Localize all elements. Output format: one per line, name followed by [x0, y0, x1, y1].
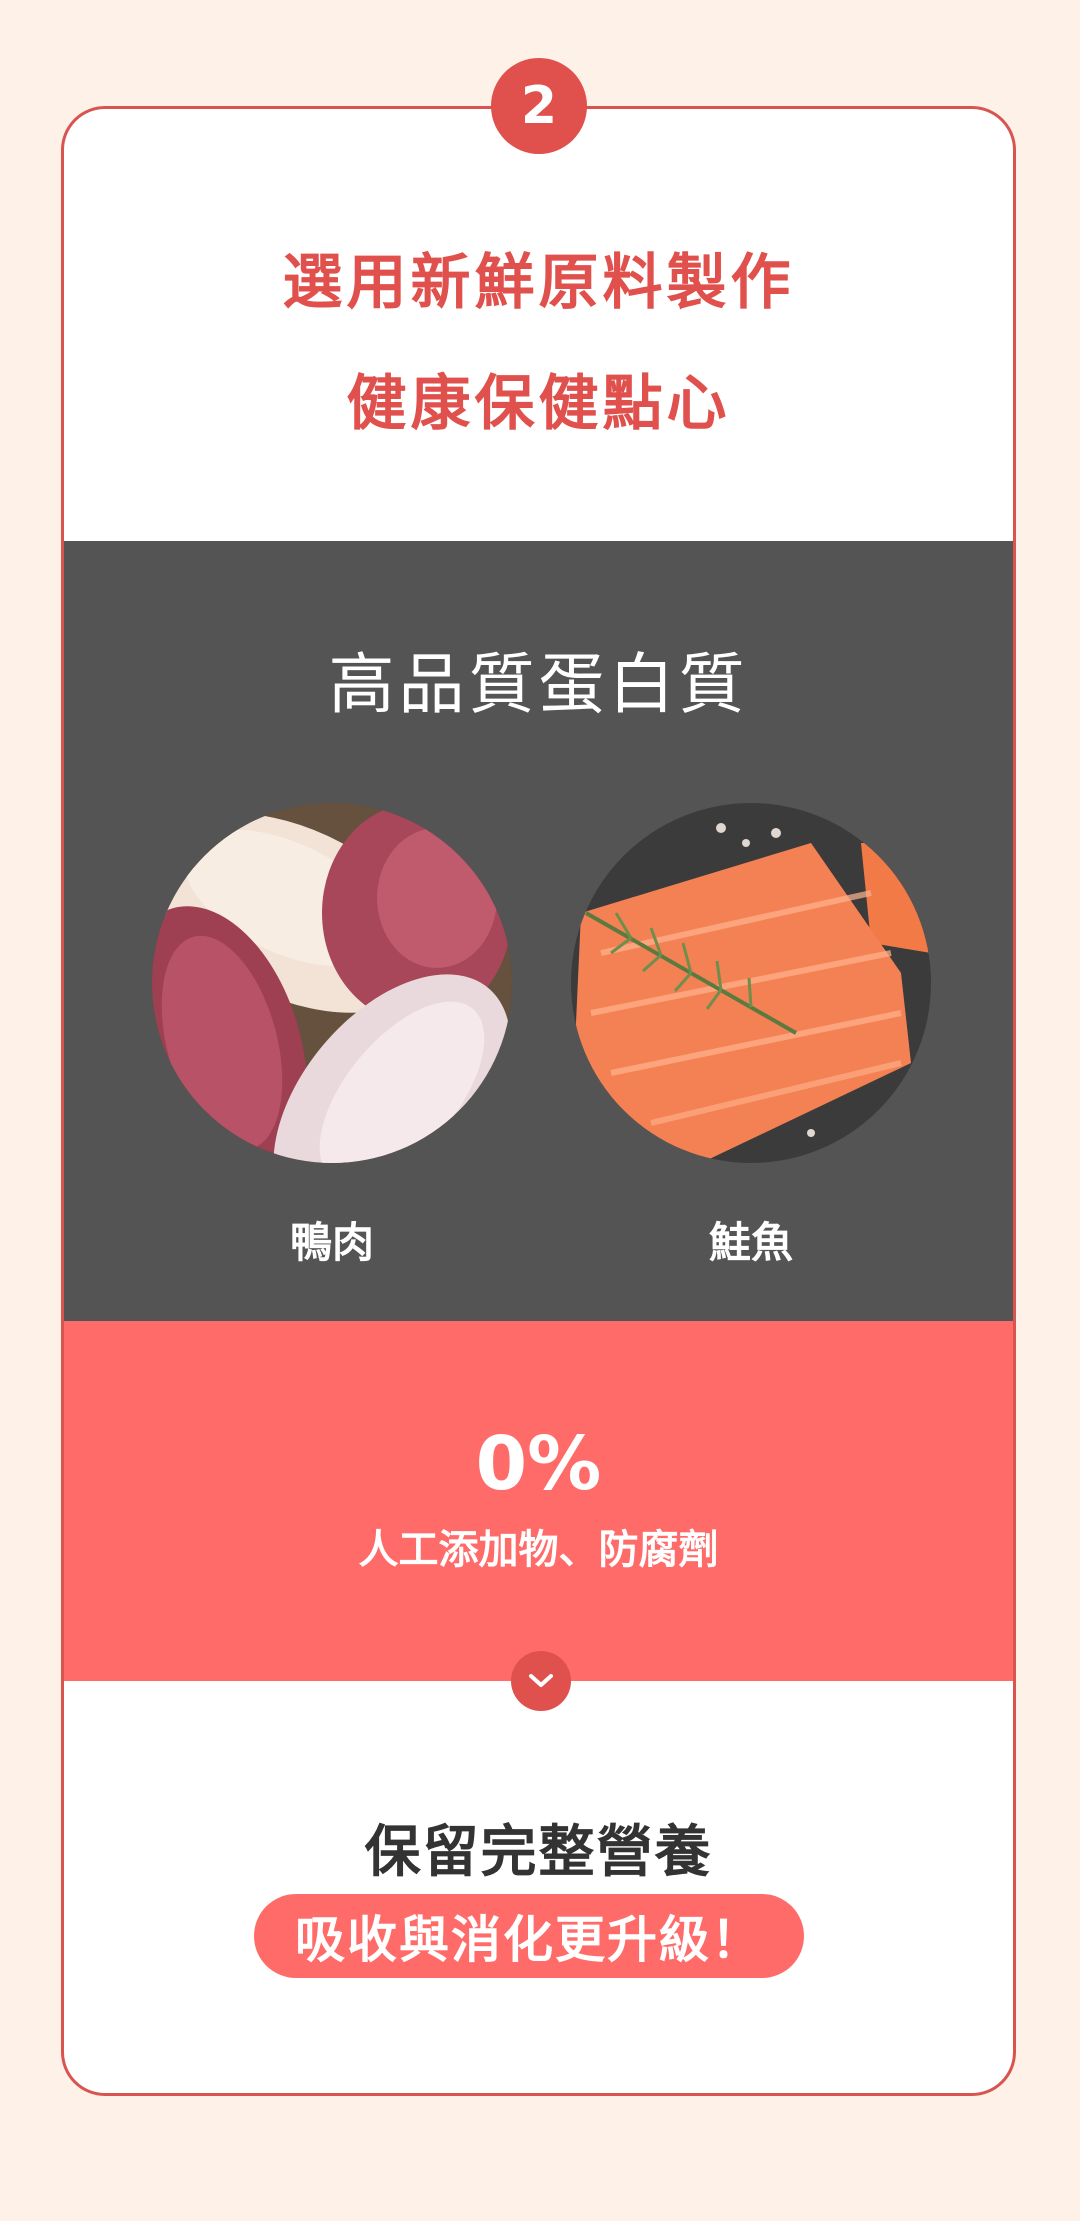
nutrition-highlight-pill: 吸收與消化更升級！: [254, 1894, 804, 1978]
additive-free-section: 0% 人工添加物、防腐劑: [64, 1321, 1013, 1681]
protein-title: 高品質蛋白質: [328, 646, 749, 723]
step-number-badge: 2: [491, 58, 587, 154]
zero-percent-value: 0%: [475, 1421, 602, 1507]
protein-section: 高品質蛋白質 鴨肉 鮭魚: [64, 541, 1013, 1321]
feature-card: 選用新鮮原料製作 健康保健點心 高品質蛋白質 鴨肉 鮭魚 0% 人工添加物、防腐…: [61, 106, 1016, 2096]
headline-line-1: 選用新鮮原料製作: [282, 248, 795, 318]
headline-line-2: 健康保健點心: [346, 369, 731, 439]
duck-label: 鴨肉: [289, 1218, 374, 1267]
nutrition-title: 保留完整營養: [364, 1820, 713, 1885]
additive-free-text: 人工添加物、防腐劑: [358, 1527, 719, 1573]
chevron-down-icon: [511, 1651, 571, 1711]
duck-meat-image: [152, 803, 512, 1163]
salmon-label: 鮭魚: [708, 1218, 793, 1267]
salmon-fillet-image: [571, 803, 931, 1163]
